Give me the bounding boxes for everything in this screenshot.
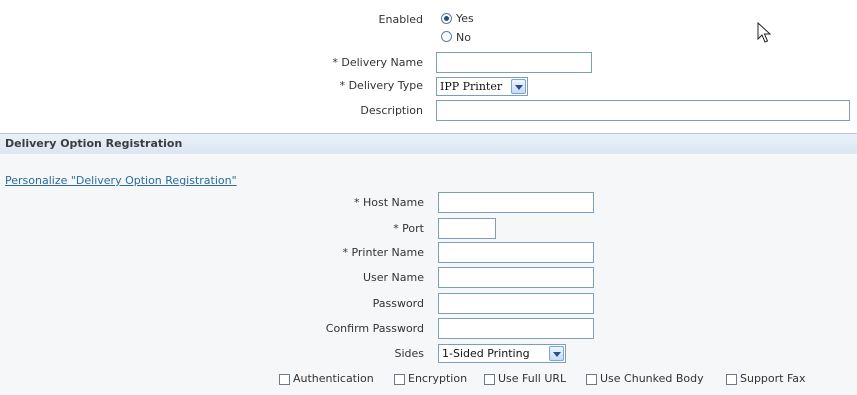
delivery-option-registration-header: Delivery Option Registration [0,133,857,155]
encryption-label: Encryption [408,372,468,385]
confirm-password-input[interactable] [438,318,594,339]
description-label: Description [360,104,423,117]
support-fax-label: Support Fax [740,372,806,385]
enabled-yes-radio[interactable] [441,13,452,24]
encryption-checkbox[interactable] [394,374,405,385]
chevron-down-icon[interactable] [511,79,526,94]
password-input[interactable] [438,293,594,314]
sides-label: Sides [394,347,424,360]
password-label: Password [372,297,424,310]
delivery-type-label: * Delivery Type [339,79,423,92]
delivery-type-select[interactable]: IPP Printer [436,77,528,96]
user-name-input[interactable] [438,267,594,288]
port-label: * Port [393,222,424,235]
chevron-down-icon[interactable] [549,346,564,361]
support-fax-checkbox[interactable] [726,374,737,385]
authentication-label: Authentication [293,372,374,385]
authentication-checkbox[interactable] [279,374,290,385]
mouse-pointer-icon [757,22,771,43]
delivery-type-value: IPP Printer [440,80,503,93]
printer-name-input[interactable] [438,242,594,263]
host-name-label: * Host Name [354,196,424,209]
delivery-name-input[interactable] [436,52,592,73]
use-chunked-body-checkbox[interactable] [586,374,597,385]
delivery-option-registration-body [0,154,857,395]
enabled-no-label: No [456,31,471,44]
use-chunked-body-label: Use Chunked Body [600,372,704,385]
sides-select[interactable]: 1-Sided Printing [438,344,566,363]
use-full-url-label: Use Full URL [498,372,567,385]
printer-name-label: * Printer Name [342,246,424,259]
confirm-password-label: Confirm Password [325,322,424,335]
host-name-input[interactable] [438,192,594,213]
description-input[interactable] [436,100,850,121]
personalize-link[interactable]: Personalize "Delivery Option Registratio… [5,174,237,187]
sides-value: 1-Sided Printing [442,347,530,360]
enabled-no-radio[interactable] [441,31,452,42]
port-input[interactable] [438,218,496,239]
enabled-yes-label: Yes [456,12,474,25]
section-title: Delivery Option Registration [5,137,183,150]
use-full-url-checkbox[interactable] [484,374,495,385]
enabled-label: Enabled [378,13,423,26]
delivery-name-label: * Delivery Name [332,56,423,69]
user-name-label: User Name [362,271,424,284]
